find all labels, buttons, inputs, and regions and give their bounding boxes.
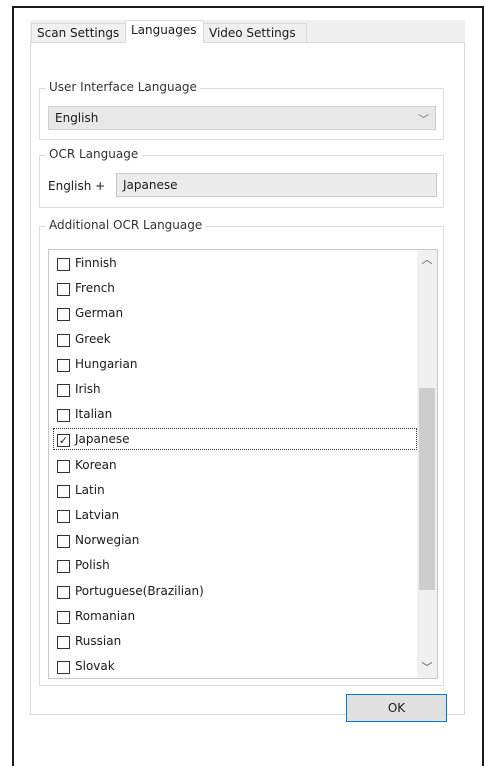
checkbox-icon[interactable] [57, 384, 70, 397]
ui-language-title: User Interface Language [46, 80, 200, 94]
language-item-label: German [75, 306, 124, 321]
language-item[interactable]: Polish [53, 554, 417, 576]
language-item-label: Japanese [75, 432, 130, 447]
language-item[interactable]: Italian [53, 403, 417, 425]
chevron-down-icon: ﹀ [418, 113, 429, 126]
checkbox-icon[interactable] [57, 560, 70, 574]
tab-bar: Scan Settings Languages Video Settings [30, 20, 465, 43]
checkbox-icon[interactable] [57, 510, 70, 523]
language-item-label: Finnish [75, 256, 117, 270]
checkbox-icon[interactable] [57, 484, 70, 498]
language-item-label: Norwegian [75, 533, 140, 548]
language-item[interactable]: Latin [53, 479, 417, 501]
language-item-label: French [75, 281, 115, 296]
checkbox-icon[interactable] [57, 409, 70, 423]
language-item-label: Russian [75, 634, 122, 648]
checkbox-icon[interactable] [57, 258, 70, 271]
language-item[interactable]: Norwegian [53, 529, 417, 551]
language-item[interactable]: Portuguese(Brazilian) [53, 580, 417, 602]
language-item[interactable]: French [53, 277, 417, 299]
checkbox-icon[interactable] [57, 535, 70, 549]
ocr-language-field: Japanese [116, 173, 437, 197]
checkbox-checked-icon[interactable]: ✓ [57, 434, 70, 448]
language-item[interactable]: Slovak [53, 655, 417, 677]
checkbox-icon[interactable] [57, 636, 70, 649]
tab-languages[interactable]: Languages [125, 20, 204, 43]
tab-video-settings[interactable]: Video Settings [203, 23, 307, 42]
checkbox-icon[interactable] [57, 333, 70, 347]
language-item-label: Slovak [75, 659, 115, 674]
checkbox-icon[interactable] [57, 610, 70, 624]
checkbox-icon[interactable] [57, 585, 70, 599]
language-item[interactable]: Irish [53, 378, 417, 400]
language-item[interactable]: Finnish [53, 252, 417, 274]
additional-ocr-title: Additional OCR Language [46, 218, 206, 232]
language-item-label: Polish [75, 558, 110, 573]
language-item[interactable]: Greek [53, 328, 417, 350]
checkbox-icon[interactable] [57, 358, 70, 372]
checkbox-icon[interactable] [57, 661, 70, 675]
language-item-label: Greek [75, 331, 111, 346]
language-item[interactable]: Hungarian [53, 353, 417, 375]
language-item-label: Korean [75, 457, 117, 472]
language-item[interactable]: German [53, 302, 417, 324]
language-item-label: Latvian [75, 508, 120, 522]
ocr-language-value: Japanese [123, 178, 178, 192]
language-item-label: Latin [75, 482, 105, 497]
ui-language-selected: English [55, 111, 99, 125]
language-item-label: Irish [75, 382, 101, 396]
list-scrollbar[interactable]: ︿ ﹀ [417, 250, 437, 678]
ok-button[interactable]: OK [346, 694, 447, 722]
language-item[interactable]: Romanian [53, 605, 417, 627]
ocr-language-prefix: English + [48, 179, 106, 193]
language-item-label: Hungarian [75, 356, 138, 371]
languages-panel: User Interface Language English ﹀ OCR La… [30, 42, 465, 722]
ui-language-dropdown[interactable]: English ﹀ [48, 106, 436, 130]
language-item-label: Italian [75, 407, 113, 422]
language-item-label: Portuguese(Brazilian) [75, 583, 204, 598]
chevron-up-icon[interactable]: ︿ [417, 250, 437, 270]
scrollbar-thumb[interactable] [419, 388, 435, 590]
tab-scan-settings[interactable]: Scan Settings [31, 23, 126, 42]
chevron-down-icon[interactable]: ﹀ [417, 658, 437, 678]
language-item[interactable]: ✓ Japanese [53, 428, 417, 451]
checkbox-icon[interactable] [57, 459, 70, 473]
ocr-language-title: OCR Language [46, 147, 142, 161]
language-item-label: Romanian [75, 608, 136, 623]
additional-ocr-listbox[interactable]: Finnish French German Greek Hungarian Irish It… [48, 249, 438, 679]
checkbox-icon[interactable] [57, 283, 70, 297]
checkbox-icon[interactable] [57, 308, 70, 322]
ui-language-group: User Interface Language English ﹀ [39, 80, 444, 140]
language-item[interactable]: Latvian [53, 504, 417, 526]
language-item[interactable]: Korean [53, 454, 417, 476]
additional-ocr-group: Additional OCR Language Finnish French Ger… [39, 218, 444, 686]
language-item[interactable]: Russian [53, 630, 417, 652]
settings-dialog: Scan Settings Languages Video Settings U… [30, 20, 465, 722]
ocr-language-group: OCR Language English + Japanese [39, 147, 444, 208]
